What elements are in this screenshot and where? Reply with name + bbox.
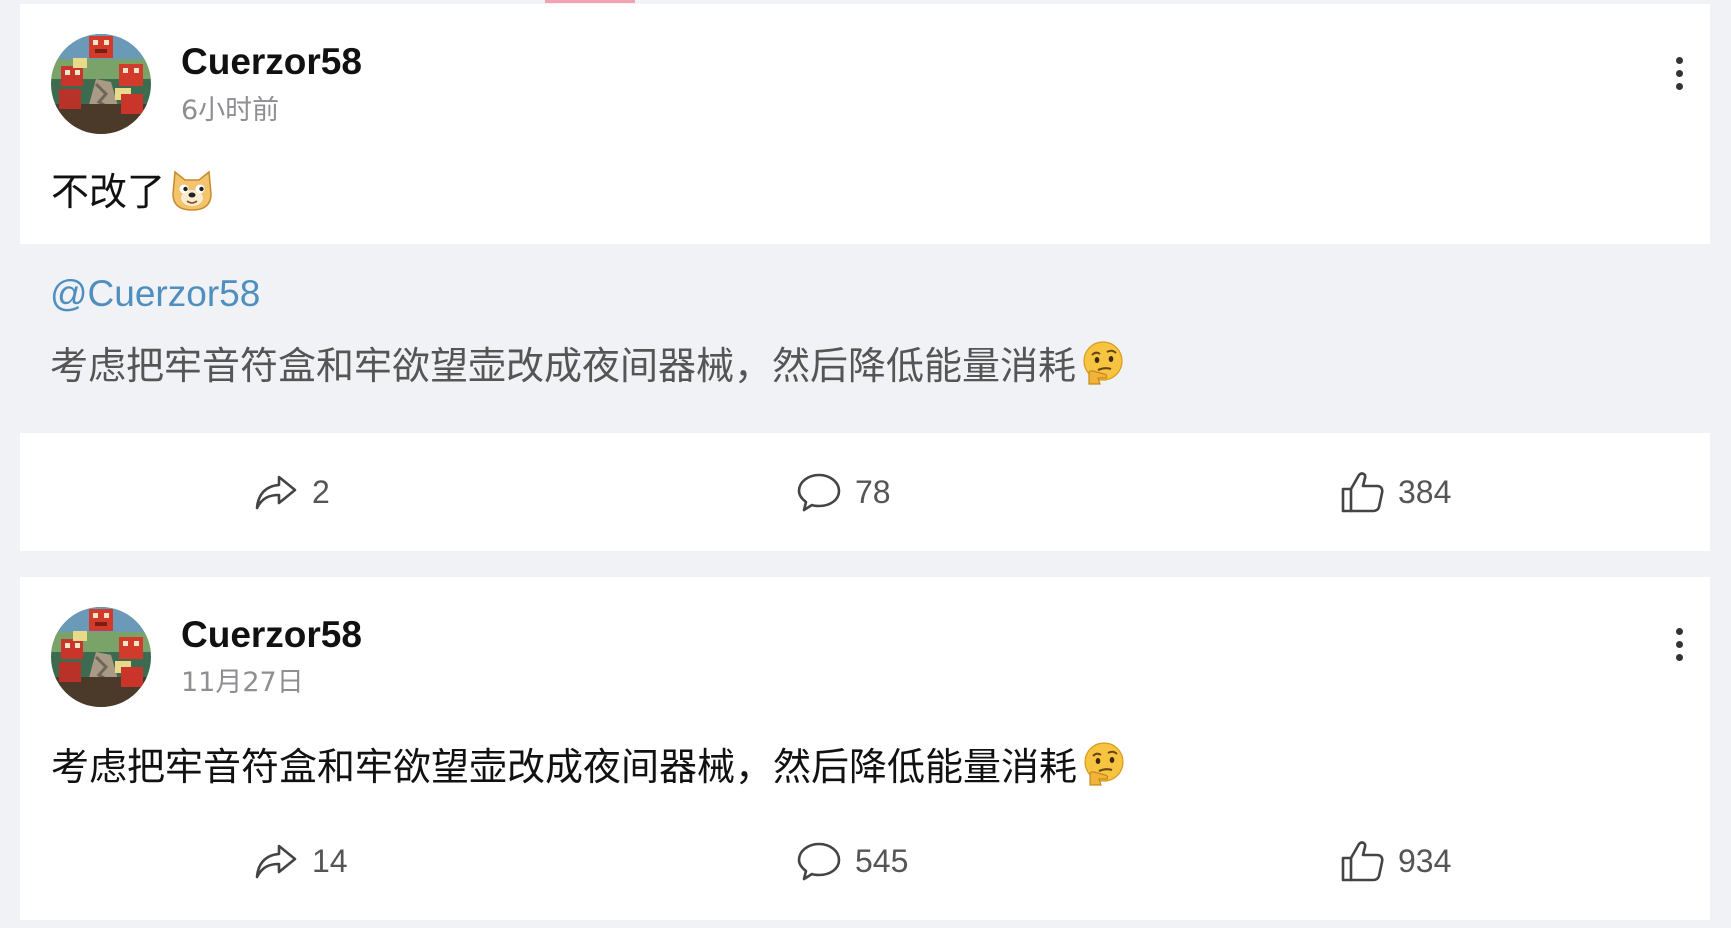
like-button[interactable]: 384 bbox=[1338, 464, 1451, 520]
more-options-button[interactable] bbox=[1650, 620, 1710, 670]
like-count: 384 bbox=[1398, 473, 1452, 510]
avatar-image bbox=[51, 34, 151, 134]
avatar[interactable] bbox=[51, 607, 151, 707]
more-vertical-icon bbox=[1676, 628, 1683, 635]
more-vertical-icon bbox=[1676, 57, 1683, 64]
comment-count: 545 bbox=[855, 842, 909, 879]
post-card-2: Cuerzor58 11月27日 考虑把牢音符盒和牢欲望壶改成夜间器械，然后降低… bbox=[20, 577, 1710, 920]
post-card-1: Cuerzor58 6小时前 不改了 bbox=[20, 4, 1710, 244]
post-text: 不改了 bbox=[51, 164, 217, 218]
comment-icon bbox=[795, 468, 843, 516]
more-options-button[interactable] bbox=[1650, 49, 1710, 99]
more-vertical-icon-dot bbox=[1676, 641, 1683, 648]
like-icon bbox=[1338, 468, 1386, 516]
doge-emoji bbox=[167, 164, 217, 214]
author-name[interactable]: Cuerzor58 bbox=[181, 40, 362, 84]
post-text: 考虑把牢音符盒和牢欲望壶改成夜间器械，然后降低能量消耗 bbox=[51, 739, 1129, 793]
comment-button[interactable]: 78 bbox=[795, 464, 891, 520]
more-vertical-icon-dot bbox=[1676, 654, 1683, 661]
comment-button[interactable]: 545 bbox=[795, 833, 908, 889]
more-vertical-icon-dot bbox=[1676, 70, 1683, 77]
comment-count: 78 bbox=[855, 473, 891, 510]
thinking-emoji bbox=[1079, 739, 1129, 789]
post-actions-bar-1: 2 78 384 bbox=[20, 433, 1710, 551]
like-icon bbox=[1338, 837, 1386, 885]
like-button[interactable]: 934 bbox=[1338, 833, 1451, 889]
share-icon bbox=[252, 468, 300, 516]
avatar[interactable] bbox=[51, 34, 151, 134]
more-vertical-icon-dot bbox=[1676, 83, 1683, 90]
repost-text-content: 考虑把牢音符盒和牢欲望壶改成夜间器械，然后降低能量消耗 bbox=[50, 344, 1077, 388]
avatar-image bbox=[51, 607, 151, 707]
top-tab-indicator bbox=[545, 0, 635, 3]
repost-mention-link[interactable]: @Cuerzor58 bbox=[50, 272, 260, 316]
post-time: 6小时前 bbox=[181, 95, 280, 126]
thinking-emoji bbox=[1078, 338, 1128, 388]
post-time: 11月27日 bbox=[181, 667, 304, 698]
like-count: 934 bbox=[1398, 842, 1452, 879]
share-icon bbox=[252, 837, 300, 885]
author-name[interactable]: Cuerzor58 bbox=[181, 613, 362, 657]
share-button[interactable]: 14 bbox=[252, 833, 348, 889]
post-text-content: 不改了 bbox=[51, 170, 166, 214]
share-count: 14 bbox=[312, 842, 348, 879]
repost-text: 考虑把牢音符盒和牢欲望壶改成夜间器械，然后降低能量消耗 bbox=[50, 338, 1128, 392]
post-text-content: 考虑把牢音符盒和牢欲望壶改成夜间器械，然后降低能量消耗 bbox=[51, 745, 1078, 789]
share-count: 2 bbox=[312, 473, 330, 510]
comment-icon bbox=[795, 837, 843, 885]
share-button[interactable]: 2 bbox=[252, 464, 330, 520]
